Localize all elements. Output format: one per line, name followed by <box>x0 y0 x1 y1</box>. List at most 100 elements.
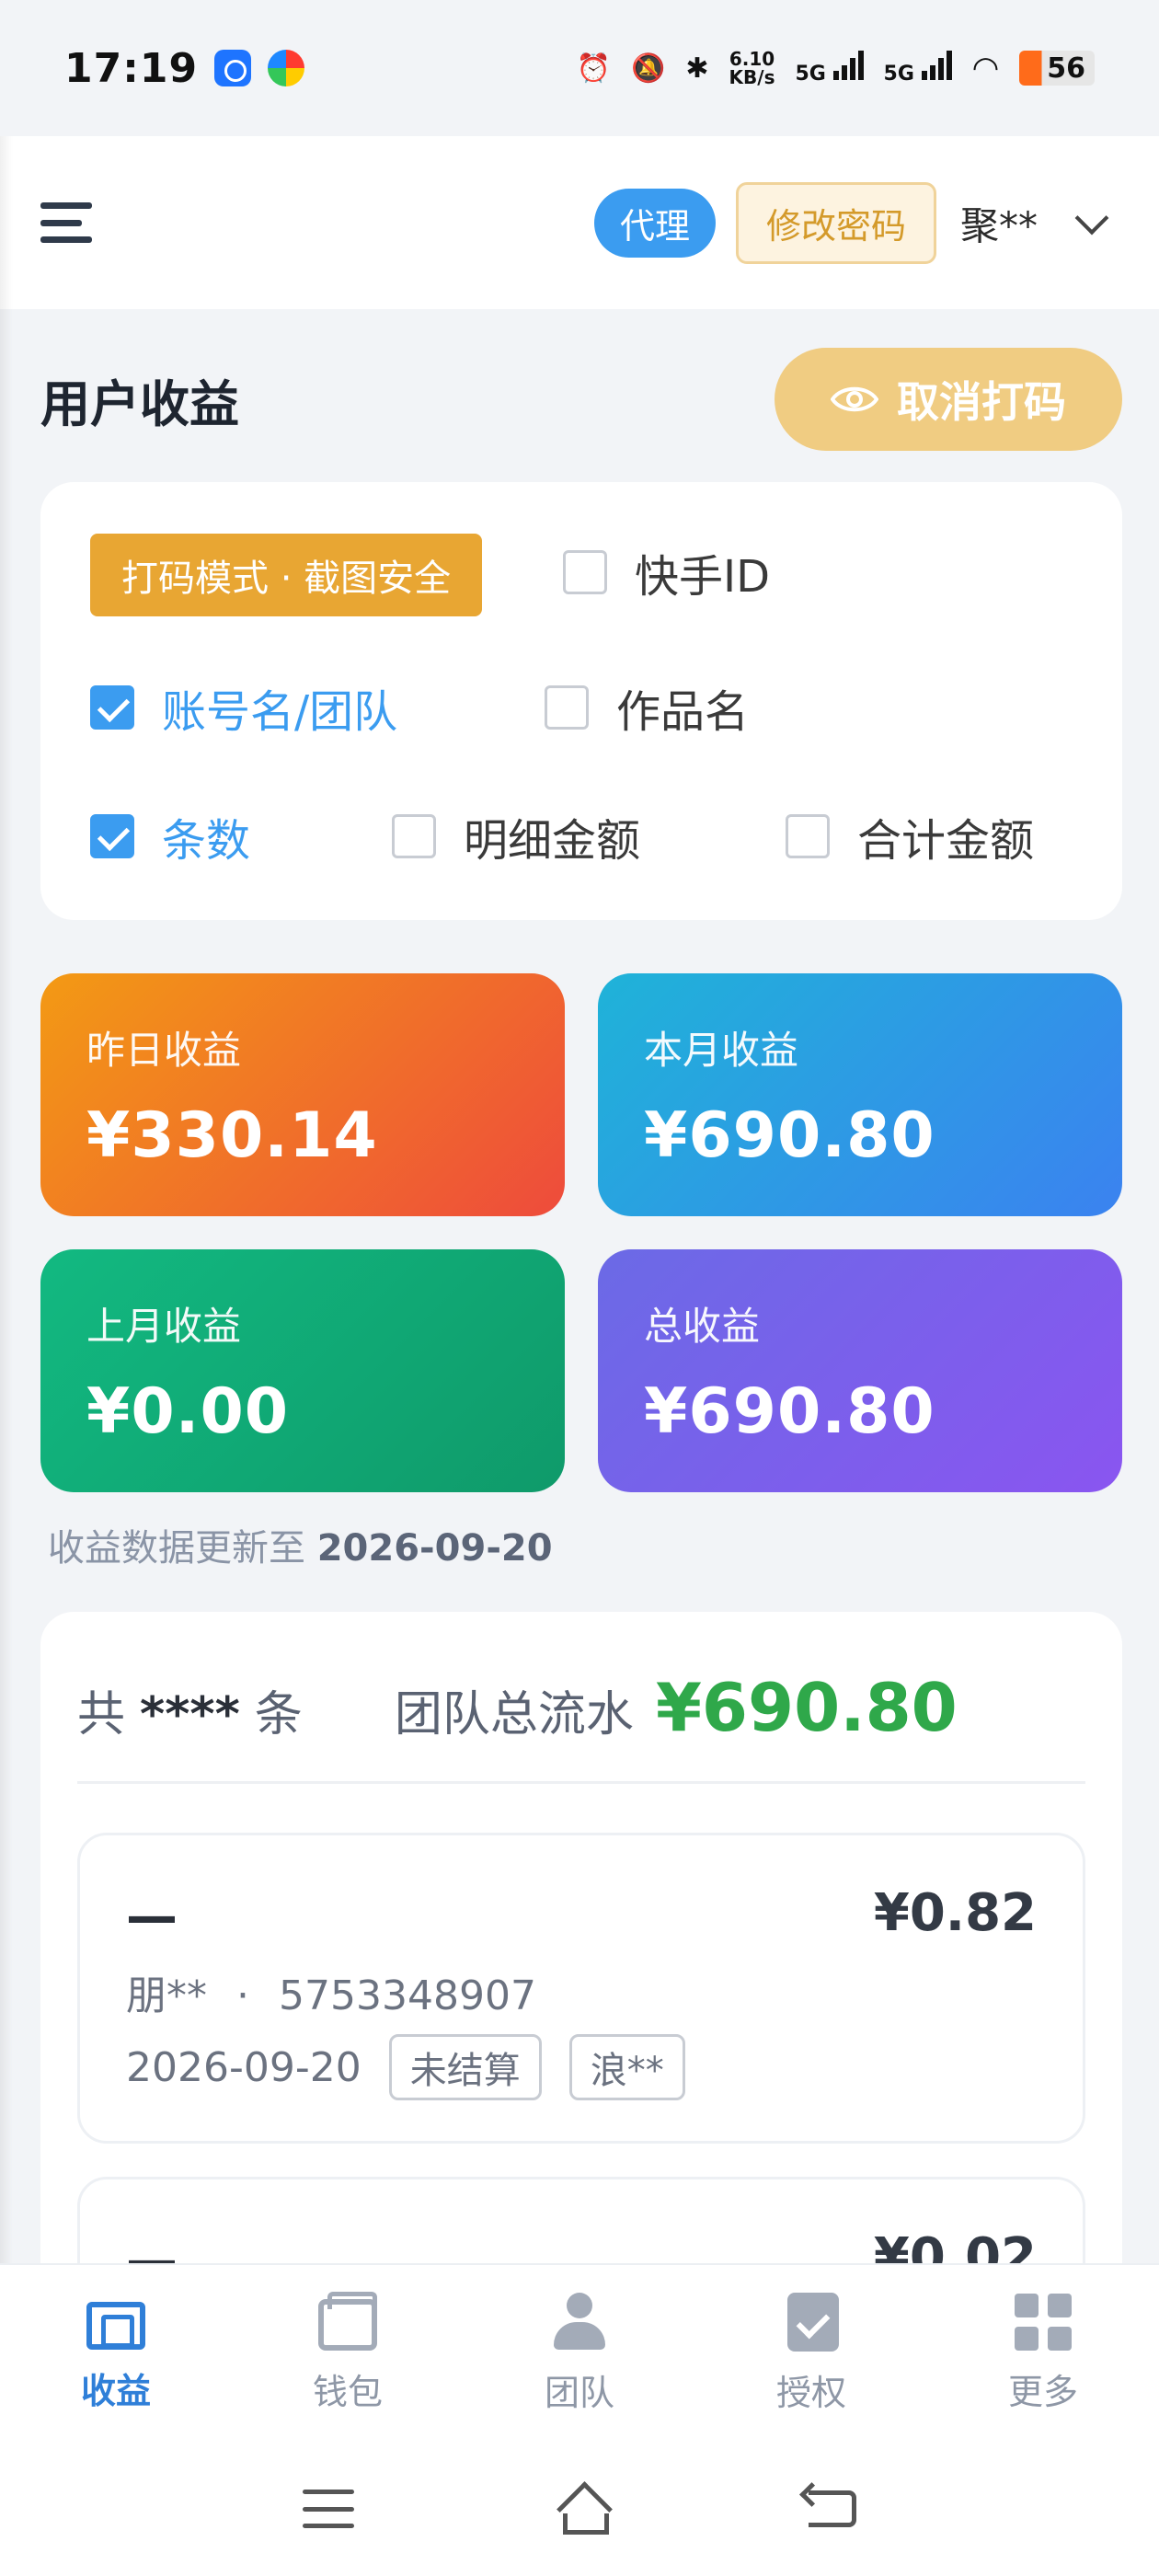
stat-card-this-month[interactable]: 本月收益 ¥690.80 <box>598 973 1122 1216</box>
record-item[interactable]: — ¥0.82 朋** · 5753348907 2026-09-20 未结算 … <box>77 1833 1085 2144</box>
record-separator: · <box>236 1972 249 2019</box>
signal-icon <box>832 51 864 80</box>
record-meta-line: 2026-09-20 未结算 浪** <box>126 2034 685 2100</box>
nav-income[interactable]: 收益 <box>0 2265 232 2442</box>
nav-label: 更多 <box>1007 2371 1078 2412</box>
nav-label: 收益 <box>80 2370 151 2411</box>
record-amount: ¥0.82 <box>873 1883 1037 1943</box>
title-row: 用户收益 取消打码 <box>40 348 1122 451</box>
checkbox[interactable] <box>786 814 830 858</box>
team-flow-label: 团队总流水 <box>394 1687 634 1742</box>
update-note-date: 2026-09-20 <box>316 1527 553 1570</box>
back-icon[interactable] <box>808 2490 856 2527</box>
options-row-1b: 快手ID <box>563 534 770 611</box>
record-title: — <box>126 1887 178 1947</box>
role-badge: 代理 <box>593 188 716 258</box>
colorful-app-icon <box>268 50 305 86</box>
stat-label: 本月收益 <box>644 1028 799 1073</box>
mask-options-card: 打码模式 · 截图安全 快手ID 账号名/团队 作品名 条数 明细金额 合计金额 <box>40 482 1122 920</box>
signal-2-label: 5G <box>883 63 914 86</box>
checkbox[interactable] <box>545 685 589 730</box>
stat-card-yesterday[interactable]: 昨日收益 ¥330.14 <box>40 973 565 1216</box>
check-kuaishou-id[interactable]: 快手ID <box>563 540 770 604</box>
eye-icon <box>831 386 878 412</box>
chevron-down-icon[interactable] <box>1074 201 1109 236</box>
recent-apps-icon[interactable] <box>303 2490 355 2528</box>
change-password-button[interactable]: 修改密码 <box>735 181 936 264</box>
team-flow-value: ¥690.80 <box>655 1669 958 1746</box>
user-name[interactable]: 聚** <box>960 195 1038 251</box>
check-count[interactable]: 条数 <box>90 804 250 868</box>
checkbox[interactable] <box>392 814 436 858</box>
check-label: 合计金额 <box>857 815 1035 867</box>
record-date: 2026-09-20 <box>126 2043 361 2091</box>
check-label: 账号名/团队 <box>162 686 398 738</box>
nav-team[interactable]: 团队 <box>464 2265 695 2442</box>
app-header: 代理 修改密码 聚** <box>0 136 1159 309</box>
signal-icon <box>921 51 952 80</box>
checkbox[interactable] <box>90 685 134 730</box>
stat-card-last-month[interactable]: 上月收益 ¥0.00 <box>40 1249 565 1492</box>
nav-label: 授权 <box>775 2372 846 2413</box>
update-note-prefix: 收益数据更新至 <box>48 1527 305 1570</box>
stat-value: ¥690.80 <box>644 1099 935 1172</box>
records-summary: 共 **** 条 团队总流水 ¥690.80 <box>77 1669 958 1746</box>
signal-1-label: 5G <box>795 63 826 86</box>
count-suffix: 条 <box>254 1687 303 1742</box>
header-actions: 代理 修改密码 聚** <box>593 181 1119 264</box>
stat-value: ¥330.14 <box>86 1099 378 1172</box>
broadcast-app-icon <box>214 50 252 86</box>
check-work-name[interactable]: 作品名 <box>545 675 749 740</box>
page-title: 用户收益 <box>40 374 239 433</box>
clipboard-check-icon <box>787 2292 839 2352</box>
nav-label: 团队 <box>544 2372 614 2413</box>
nav-wallet[interactable]: 钱包 <box>232 2265 464 2442</box>
options-row-2b: 作品名 <box>545 675 749 740</box>
nav-label: 钱包 <box>312 2371 383 2412</box>
cancel-mask-label: 取消打码 <box>897 377 1066 427</box>
options-row-2: 账号名/团队 <box>90 675 397 740</box>
options-row-3c: 合计金额 <box>786 804 1034 868</box>
status-time: 17:19 <box>64 44 199 92</box>
battery-icon: 56 <box>1019 51 1095 86</box>
stat-label: 总收益 <box>644 1304 761 1349</box>
alarm-icon: ⏰ <box>576 52 612 85</box>
bluetooth-icon: ✱ <box>685 52 709 85</box>
check-label: 明细金额 <box>464 815 641 867</box>
stat-card-total[interactable]: 总收益 ¥690.80 <box>598 1249 1122 1492</box>
record-account: 朋** <box>126 1972 207 2019</box>
net-speed-unit: KB/s <box>729 66 775 88</box>
system-nav-bar <box>0 2442 1159 2576</box>
status-icons: ⏰ 🔕 ✱ 6.10 KB/s 5G 5G ◠ 56 <box>577 50 1095 86</box>
stat-label: 上月收益 <box>86 1304 242 1349</box>
signal-2: 5G <box>884 51 952 86</box>
stat-value: ¥0.00 <box>86 1375 290 1448</box>
income-icon <box>86 2301 145 2350</box>
count-prefix: 共 <box>77 1687 126 1742</box>
record-count: **** <box>140 1687 240 1742</box>
drawer-edge-shadow <box>0 136 13 2263</box>
cancel-mask-button[interactable]: 取消打码 <box>775 348 1122 451</box>
record-account-line: 朋** · 5753348907 <box>126 1962 536 2021</box>
home-icon[interactable] <box>556 2486 609 2535</box>
check-detail-amount[interactable]: 明细金额 <box>392 804 640 868</box>
net-speed: 6.10 KB/s <box>729 50 775 86</box>
check-account-team[interactable]: 账号名/团队 <box>90 675 397 740</box>
data-update-note: 收益数据更新至 2026-09-20 <box>48 1518 553 1571</box>
checkbox[interactable] <box>563 550 607 594</box>
record-id: 5753348907 <box>279 1972 536 2019</box>
signal-1: 5G <box>795 51 864 86</box>
check-total-amount[interactable]: 合计金额 <box>786 804 1034 868</box>
checkbox[interactable] <box>90 814 134 858</box>
options-row-1: 打码模式 · 截图安全 <box>90 534 483 616</box>
bottom-nav: 收益 钱包 团队 授权 更多 <box>0 2263 1159 2442</box>
wallet-icon <box>318 2291 377 2351</box>
nav-auth[interactable]: 授权 <box>695 2265 927 2442</box>
menu-icon[interactable] <box>40 202 92 243</box>
check-label: 条数 <box>162 815 251 867</box>
mask-mode-badge: 打码模式 · 截图安全 <box>90 534 483 616</box>
nav-more[interactable]: 更多 <box>927 2265 1159 2442</box>
team-badge: 浪** <box>568 2034 685 2100</box>
person-icon <box>550 2292 609 2352</box>
grid-icon <box>1015 2293 1072 2351</box>
